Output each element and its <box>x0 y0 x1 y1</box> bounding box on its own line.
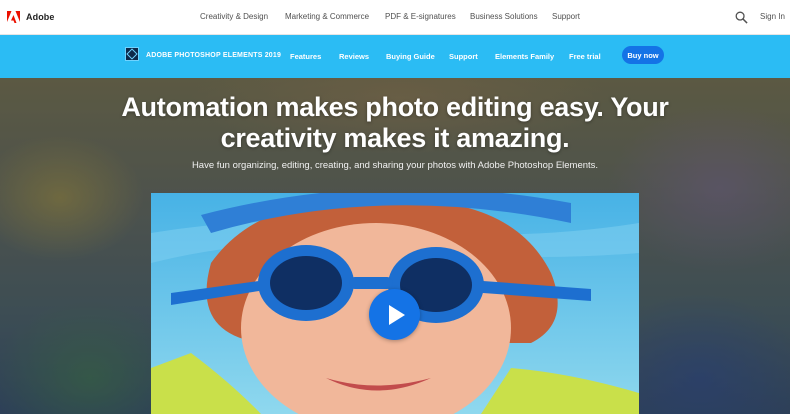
hero-headline: Automation makes photo editing easy. You… <box>121 92 669 153</box>
global-nav: Adobe Creativity & Design Marketing & Co… <box>0 0 790 35</box>
hero-section: Automation makes photo editing easy. You… <box>0 78 790 414</box>
product-nav-support[interactable]: Support <box>449 52 478 61</box>
photoshop-elements-icon[interactable] <box>125 47 139 61</box>
nav-link-marketing-commerce[interactable]: Marketing & Commerce <box>285 12 369 21</box>
hero-subhead: Have fun organizing, editing, creating, … <box>191 160 599 171</box>
buy-now-button[interactable]: Buy now <box>622 46 664 64</box>
product-nav-elements-family[interactable]: Elements Family <box>495 52 554 61</box>
product-nav: ADOBE PHOTOSHOP ELEMENTS 2019 Features R… <box>0 35 790 78</box>
product-nav-reviews[interactable]: Reviews <box>339 52 369 61</box>
product-nav-free-trial[interactable]: Free trial <box>569 52 601 61</box>
product-nav-buying-guide[interactable]: Buying Guide <box>386 52 435 61</box>
product-nav-features[interactable]: Features <box>290 52 321 61</box>
search-icon[interactable] <box>735 11 748 24</box>
hero-video[interactable] <box>151 193 639 414</box>
global-nav-links: Creativity & Design Marketing & Commerce… <box>0 12 790 24</box>
play-icon[interactable] <box>369 289 420 340</box>
nav-link-creativity-design[interactable]: Creativity & Design <box>200 12 268 21</box>
product-name-link[interactable]: ADOBE PHOTOSHOP ELEMENTS 2019 <box>146 52 281 59</box>
nav-link-business-solutions[interactable]: Business Solutions <box>470 12 538 21</box>
sign-in-link[interactable]: Sign In <box>760 12 785 21</box>
nav-link-pdf-esignatures[interactable]: PDF & E-signatures <box>385 12 456 21</box>
nav-link-support[interactable]: Support <box>552 12 580 21</box>
